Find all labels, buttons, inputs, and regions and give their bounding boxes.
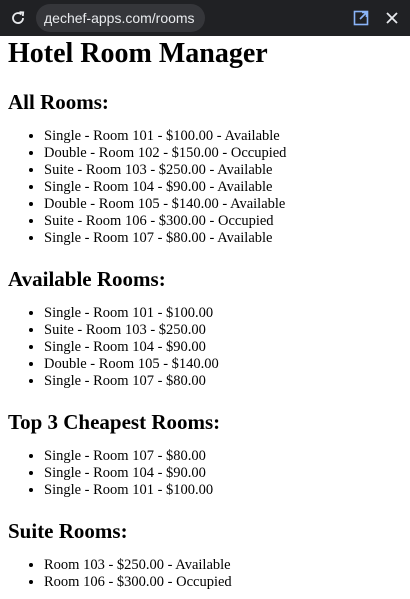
- list-item: Double - Room 105 - $140.00: [44, 356, 402, 373]
- suite-rooms-list: Room 103 - $250.00 - Available Room 106 …: [8, 557, 402, 591]
- list-item: Single - Room 104 - $90.00 - Available: [44, 179, 402, 196]
- close-icon[interactable]: [382, 8, 402, 28]
- url-text: дechef-apps.com/rooms: [44, 10, 195, 26]
- section-heading-cheapest-rooms: Top 3 Cheapest Rooms:: [8, 410, 221, 434]
- available-rooms-list: Single - Room 101 - $100.00 Suite - Room…: [8, 305, 402, 390]
- page-content: Hotel Room Manager All Rooms: Single - R…: [0, 38, 410, 591]
- cheapest-rooms-list: Single - Room 107 - $80.00 Single - Room…: [8, 448, 402, 499]
- list-item: Double - Room 102 - $150.00 - Occupied: [44, 145, 402, 162]
- list-item: Suite - Room 103 - $250.00 - Available: [44, 162, 402, 179]
- list-item: Single - Room 107 - $80.00 - Available: [44, 230, 402, 247]
- open-in-new-tab-icon[interactable]: [352, 9, 370, 27]
- list-item: Single - Room 107 - $80.00: [44, 448, 402, 465]
- list-item: Single - Room 101 - $100.00: [44, 482, 402, 499]
- all-rooms-list: Single - Room 101 - $100.00 - Available …: [8, 128, 402, 247]
- list-item: Double - Room 105 - $140.00 - Available: [44, 196, 402, 213]
- address-bar[interactable]: дechef-apps.com/rooms: [36, 4, 205, 32]
- list-item: Single - Room 101 - $100.00 - Available: [44, 128, 402, 145]
- list-item: Suite - Room 103 - $250.00: [44, 322, 402, 339]
- section-heading-all-rooms: All Rooms:: [8, 90, 109, 114]
- list-item: Room 103 - $250.00 - Available: [44, 557, 402, 574]
- list-item: Room 106 - $300.00 - Occupied: [44, 574, 402, 591]
- list-item: Single - Room 101 - $100.00: [44, 305, 402, 322]
- list-item: Single - Room 107 - $80.00: [44, 373, 402, 390]
- section-heading-suite-rooms: Suite Rooms:: [8, 519, 128, 543]
- browser-toolbar: дechef-apps.com/rooms: [0, 0, 410, 36]
- section-heading-available-rooms: Available Rooms:: [8, 267, 166, 291]
- list-item: Single - Room 104 - $90.00: [44, 339, 402, 356]
- list-item: Single - Room 104 - $90.00: [44, 465, 402, 482]
- list-item: Suite - Room 106 - $300.00 - Occupied: [44, 213, 402, 230]
- page-title: Hotel Room Manager: [8, 38, 268, 69]
- reload-icon[interactable]: [0, 0, 36, 36]
